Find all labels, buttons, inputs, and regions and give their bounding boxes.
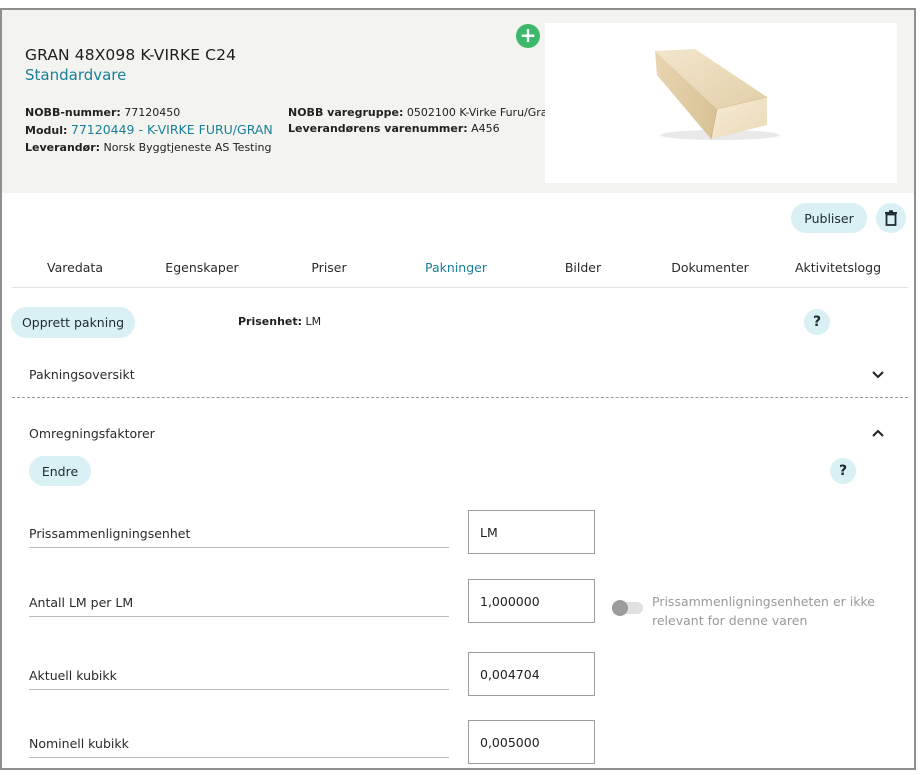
nominell-kubikk-input[interactable]: 0,005000	[468, 720, 595, 764]
tab-priser[interactable]: Priser	[311, 260, 346, 275]
supplier-item-number-label: Leverandørens varenummer:	[288, 122, 468, 135]
publish-button[interactable]: Publiser	[791, 203, 867, 233]
field-underline	[29, 689, 449, 690]
field-label-antall-lm: Antall LM per LM	[29, 595, 134, 610]
toggle-knob	[612, 600, 628, 616]
product-header: GRAN 48X098 K-VIRKE C24 Standardvare NOB…	[2, 10, 914, 193]
product-group-label: NOBB varegruppe:	[288, 106, 404, 119]
tab-aktivitetslogg[interactable]: Aktivitetslogg	[795, 260, 881, 275]
chevron-up-icon[interactable]	[871, 428, 885, 438]
tab-bar: Varedata Egenskaper Priser Pakninger Bil…	[12, 258, 908, 288]
product-subtitle: Standardvare	[25, 66, 127, 84]
add-image-button[interactable]: +	[516, 24, 540, 48]
conversion-help-button[interactable]: ?	[830, 458, 856, 484]
tab-pakninger[interactable]: Pakninger	[425, 260, 487, 275]
aktuell-kubikk-input[interactable]: 0,004704	[468, 652, 595, 696]
field-underline	[29, 547, 449, 548]
tab-dokumenter[interactable]: Dokumenter	[671, 260, 749, 275]
tab-varedata[interactable]: Varedata	[47, 260, 103, 275]
field-label-aktuell-kubikk: Aktuell kubikk	[29, 668, 117, 683]
price-unit-label: Prisenhet:	[238, 315, 303, 328]
supplier-item-number: Leverandørens varenummer: A456	[288, 122, 500, 135]
product-title: GRAN 48X098 K-VIRKE C24	[25, 46, 237, 64]
nobb-number-label: NOBB-nummer:	[25, 106, 121, 119]
antall-lm-input[interactable]: 1,000000	[468, 579, 595, 623]
supplier-label: Leverandør:	[25, 141, 101, 154]
conversion-factors-header[interactable]: Omregningsfaktorer	[29, 426, 155, 441]
packing-help-button[interactable]: ?	[804, 309, 830, 335]
supplier-item-number-value: A456	[471, 122, 500, 135]
price-unit-value: LM	[305, 315, 322, 328]
relevance-toggle-label: Prissammenligningsenheten er ikke releva…	[652, 594, 875, 628]
supplier-value: Norsk Byggtjeneste AS Testing	[103, 141, 272, 154]
nobb-number-value: 77120450	[124, 106, 181, 119]
packing-overview-header[interactable]: Pakningsoversikt	[29, 367, 135, 382]
lumber-icon	[655, 49, 780, 140]
product-group-value: 0502100 K-Virke Furu/Gran	[406, 106, 555, 119]
field-label-nominell-kubikk: Nominell kubikk	[29, 736, 129, 751]
module-label: Modul:	[25, 124, 68, 137]
edit-button[interactable]: Endre	[29, 456, 91, 486]
field-label-prissammenligningsenhet: Prissammenligningsenhet	[29, 526, 191, 541]
product-window: GRAN 48X098 K-VIRKE C24 Standardvare NOB…	[0, 8, 916, 770]
tab-bilder[interactable]: Bilder	[565, 260, 601, 275]
trash-icon	[885, 210, 897, 226]
delete-button[interactable]	[876, 203, 906, 233]
create-packing-button[interactable]: Opprett pakning	[11, 307, 135, 338]
module: Modul: 77120449 - K-VIRKE FURU/GRAN	[25, 122, 273, 137]
product-image	[545, 23, 897, 183]
field-underline	[29, 757, 449, 758]
tab-egenskaper[interactable]: Egenskaper	[165, 260, 238, 275]
nobb-number: NOBB-nummer: 77120450	[25, 106, 180, 119]
supplier: Leverandør: Norsk Byggtjeneste AS Testin…	[25, 141, 272, 154]
field-underline	[29, 616, 449, 617]
prissammenligningsenhet-input[interactable]: LM	[468, 510, 595, 554]
chevron-down-icon[interactable]	[871, 370, 885, 380]
section-divider	[12, 397, 908, 398]
relevance-toggle[interactable]	[612, 600, 643, 616]
price-unit: Prisenhet: LM	[238, 315, 321, 328]
module-link[interactable]: 77120449 - K-VIRKE FURU/GRAN	[71, 122, 273, 137]
product-group: NOBB varegruppe: 0502100 K-Virke Furu/Gr…	[288, 106, 555, 119]
